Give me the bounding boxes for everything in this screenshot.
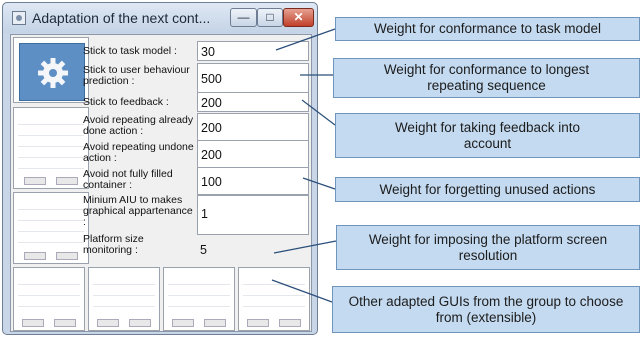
connector-line (271, 279, 333, 303)
callout-repeating-sequence: Weight for conformance to longest repeat… (333, 58, 640, 98)
connector-line (275, 28, 336, 51)
callout-unused-actions: Weight for forgetting unused actions (335, 177, 640, 202)
connector-line (302, 177, 336, 190)
connector-line (301, 99, 336, 126)
callout-feedback: Weight for taking feedback into account (335, 113, 640, 158)
callout-other-guis: Other adapted GUIs from the group to cho… (332, 286, 640, 333)
callout-platform-resolution: Weight for imposing the platform screen … (336, 225, 640, 270)
callout-task-model: Weight for conformance to task model (335, 17, 640, 41)
connector-line (273, 240, 337, 254)
